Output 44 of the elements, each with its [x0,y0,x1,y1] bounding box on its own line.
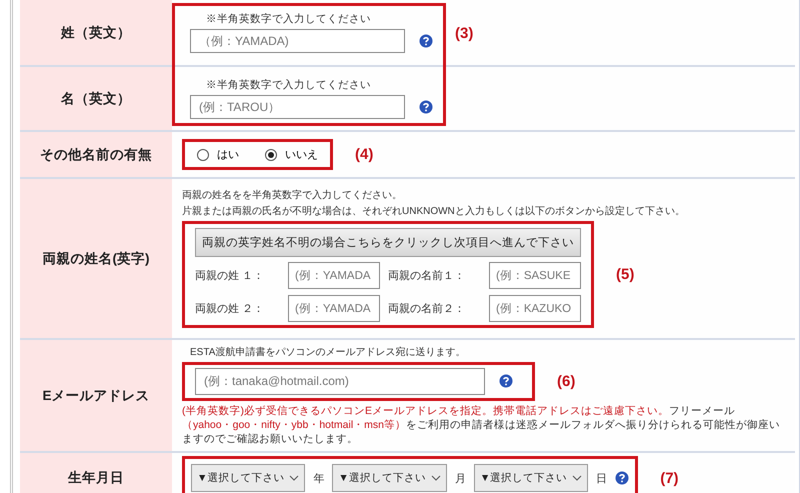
chevron-icon [289,475,300,481]
help-icon[interactable] [419,100,433,114]
annotation-number: (3) [455,25,474,42]
hint-text: ※半角英数字で入力してください [205,78,372,92]
input-field[interactable]: (例：KAZUKO [489,295,581,322]
field-label: Eメールアドレス [20,340,172,453]
field-label: 両親の姓 ２： [195,302,266,316]
unit-label: 月 [454,472,466,486]
help-icon[interactable] [419,34,433,48]
help-icon[interactable] [499,374,513,388]
chevron-icon [430,475,441,481]
instruction-text: 片親または両親の氏名が不明な場合は、それぞれUNKNOWNと入力もしくは以下のボタンから設定して下さい。 [182,205,686,218]
input-field[interactable]: （例：YAMADA) [190,29,405,53]
input-field[interactable]: (例：tanaka@hotmail.com) [195,368,485,394]
hint-text: ※半角英数字で入力してください [205,12,372,26]
field-label: 生年月日 [20,453,172,493]
input-field[interactable]: (例：SASUKE [489,262,581,289]
field-label: その他名前の有無 [20,132,172,179]
radio-option[interactable]: はい [197,147,239,162]
field-label: 姓（英文） [20,0,172,67]
annotation-number: (7) [660,470,679,486]
input-field[interactable]: (例：TAROU） [190,95,405,119]
annotation-number: (6) [557,372,576,390]
unknown-parents-button[interactable]: 両親の英字姓名不明の場合こちらをクリックし次項目へ進んで下さい [195,228,581,257]
warning-text: (半角英数字)必ず受信できるパソコンEメールアドレスを指定。携帯電話アドレスはご遠慮下さい。フリーメール （yahoo・goo・nifty・ybb・hotmail・msn等）をご利用の申請者様は迷惑メールフォルダへ振り分けられる可能性が御座いますのでご確認お願いいたします。 [182,404,781,446]
help-icon[interactable] [615,471,630,485]
field-label: 両親の姓 １： [195,269,266,283]
field-label: 名（英文） [20,67,172,132]
input-field[interactable]: (例：YAMADA [288,295,380,322]
radio-option[interactable]: いいえ [265,147,318,162]
input-field[interactable]: (例：YAMADA [288,262,380,289]
chevron-icon [572,475,582,481]
unit-label: 年 [313,472,324,486]
annotation-number: (4) [355,146,374,163]
annotation-number: (5) [616,266,634,283]
date-select[interactable]: ▼選択して下さい [332,464,447,492]
date-select[interactable]: ▼選択して下さい [191,464,306,492]
instruction-text: 両親の姓名をを半角英数字で入力してください。 [182,189,403,202]
field-label: 両親の姓名(英字) [20,179,172,340]
unit-label: 日 [596,472,608,486]
date-select[interactable]: ▼選択して下さい [474,464,588,492]
field-label: 両親の名前２： [388,302,466,316]
instruction-text: ESTA渡航申請書をパソコンのメールアドレス宛に送ります。 [189,346,466,358]
field-label: 両親の名前１： [388,269,466,283]
